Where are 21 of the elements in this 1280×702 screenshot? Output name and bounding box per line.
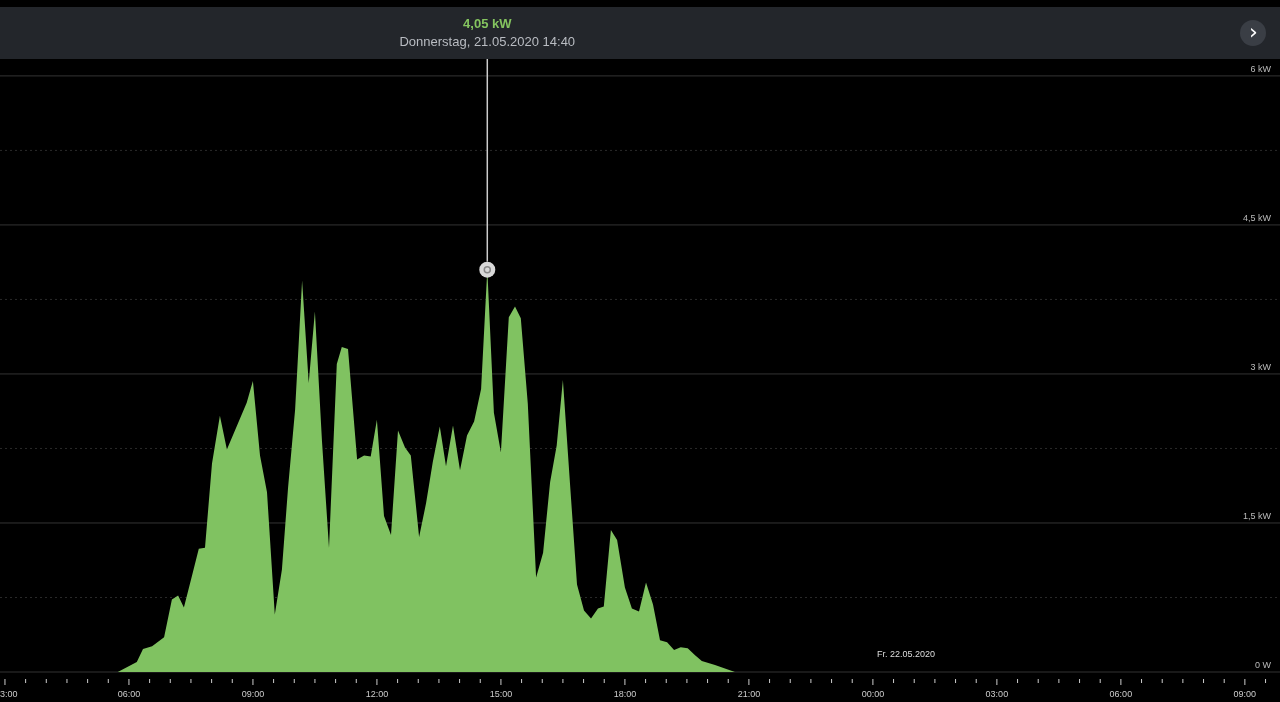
x-axis-label: 06:00 (1109, 689, 1133, 699)
x-axis-label: 00:00 (861, 689, 885, 699)
y-axis-label: 4,5 kW (1243, 212, 1271, 223)
selected-point-marker (479, 261, 496, 278)
y-axis-label: 1,5 kW (1243, 511, 1271, 521)
x-axis-label: 3:00 (0, 689, 18, 699)
y-axis-label: 3 kW (1250, 361, 1271, 372)
y-axis-label: 6 kW (1250, 63, 1271, 74)
x-axis-label: 09:00 (241, 689, 265, 699)
next-button[interactable]: › (1240, 20, 1266, 46)
x-axis-label: 21:00 (737, 689, 761, 699)
x-axis-label: 06:00 (117, 689, 141, 699)
x-axis-label: 15:00 (489, 689, 513, 699)
x-axis-label: 03:00 (985, 689, 1009, 699)
date-label: Fr. 22.05.2020 (876, 649, 935, 660)
power-value: 4,05 kW (463, 16, 512, 31)
x-axis-label: 18:00 (613, 689, 637, 699)
x-axis-label: 12:00 (365, 689, 389, 699)
date-time-label: Donnerstag, 21.05.2020 14:40 (399, 34, 576, 49)
x-axis-label: 09:00 (1233, 689, 1257, 699)
y-axis-label: 0 W (1255, 660, 1271, 670)
